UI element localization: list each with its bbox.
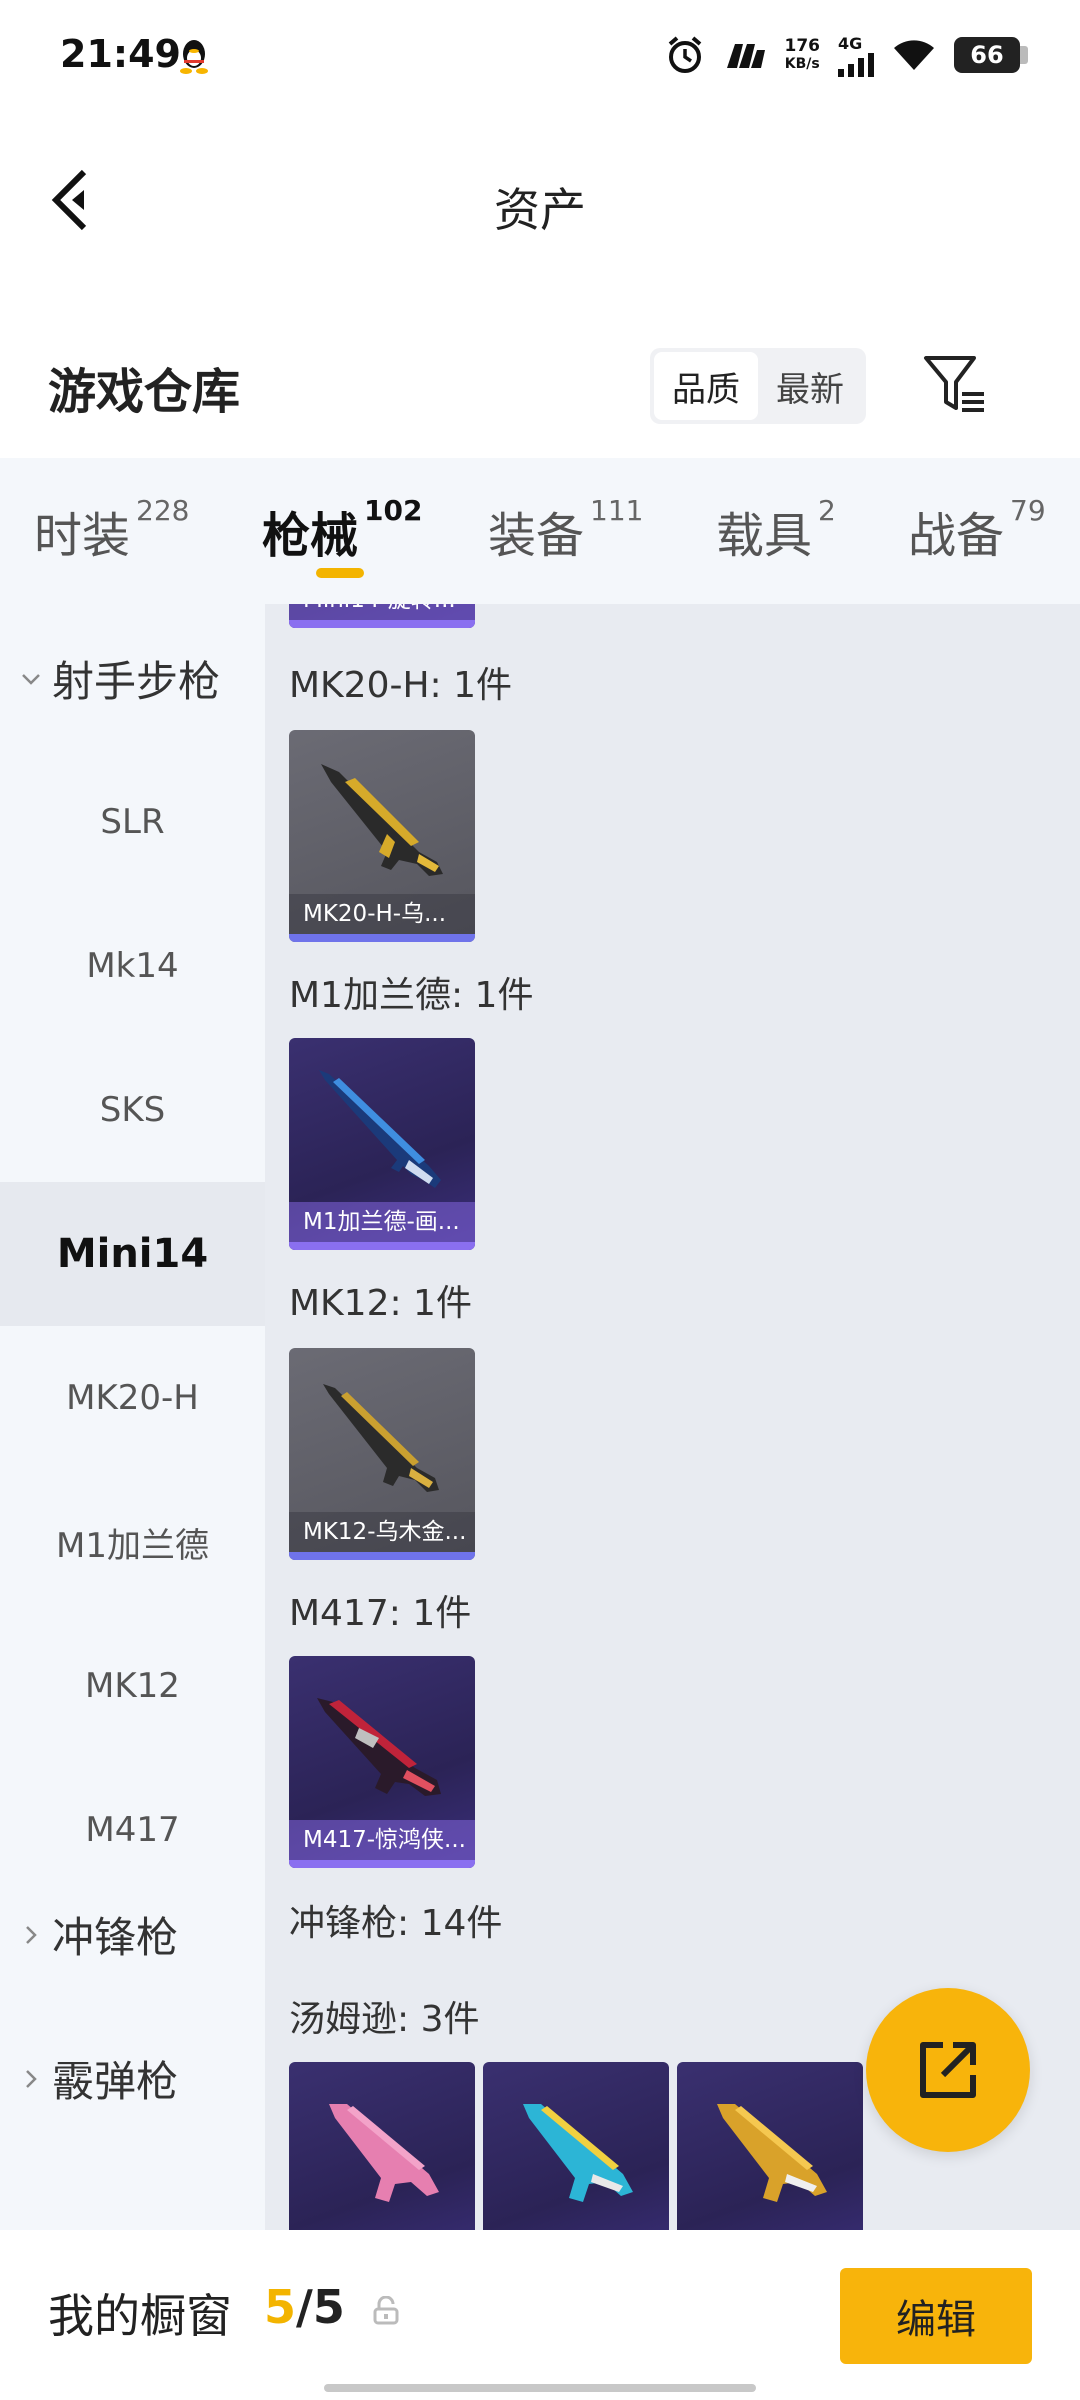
home-indicator[interactable]: [324, 2384, 756, 2392]
status-time: 21:49: [60, 32, 181, 76]
wifi-icon: [894, 40, 934, 70]
carrier-logo-icon: [726, 44, 765, 68]
sidebar-group-label: 冲锋枪: [52, 1913, 179, 1962]
showcase-count-current: 5: [264, 2280, 297, 2334]
tab-vehicles-count: 2: [818, 494, 836, 527]
section-label: M417: 1件: [289, 1593, 472, 1634]
tab-gear-label: 战备: [908, 508, 1005, 564]
rarity-bar: [289, 620, 475, 628]
sort-toggle: 品质 最新: [650, 348, 866, 424]
category-label-smg: 冲锋枪: 14件: [289, 1903, 503, 1944]
weapon-card-thompson-pink[interactable]: [289, 2062, 475, 2230]
smg-pink-icon: [329, 2104, 439, 2202]
speed-unit: KB/s: [784, 56, 820, 72]
sidebar-group-label: 射手步枪: [52, 657, 221, 706]
page-title: 资产: [494, 183, 586, 237]
sidebar-item-mk12[interactable]: MK12: [0, 1614, 265, 1758]
tab-equipment-label: 装备: [488, 508, 585, 564]
tab-equipment[interactable]: 装备 111: [488, 494, 644, 566]
chevron-down-icon: [22, 673, 40, 685]
sidebar-item-slr[interactable]: SLR: [0, 750, 265, 894]
sidebar-item-m417[interactable]: M417: [0, 1758, 265, 1902]
showcase-count-total: /5: [296, 2280, 345, 2334]
showcase-count: 5/5: [264, 2280, 345, 2334]
speed-value: 176: [784, 36, 821, 56]
weapon-card-name: MK20-H-乌...: [289, 894, 475, 934]
sort-quality-button[interactable]: 品质: [654, 352, 758, 420]
tab-fashion-count: 228: [136, 494, 190, 527]
rifle-blue-icon: [319, 1070, 441, 1188]
weapon-card-mk12[interactable]: MK12-乌木金...: [289, 1348, 475, 1560]
sidebar-item-mk20h[interactable]: MK20-H: [0, 1326, 265, 1470]
cell-signal: 4G: [838, 34, 874, 77]
tab-weapons-count: 102: [364, 494, 423, 527]
status-icons: 176 KB/s 4G 66: [665, 30, 1028, 80]
section-label: MK20-H: 1件: [289, 665, 513, 706]
qq-penguin-icon: [180, 40, 208, 74]
active-tab-indicator: [316, 568, 364, 578]
edit-button[interactable]: 编辑: [840, 2268, 1032, 2364]
sidebar-group-smg[interactable]: 冲锋枪: [20, 1904, 178, 1965]
chevron-right-icon: [26, 2069, 37, 2088]
showcase-label: 我的橱窗: [48, 2289, 232, 2343]
tab-weapons[interactable]: 枪械 102: [262, 494, 423, 566]
tab-vehicles-label: 载具: [716, 508, 813, 564]
weapon-card-name: M417-惊鸿侠...: [289, 1820, 475, 1860]
network-type: 4G: [838, 33, 863, 53]
rarity-bar: [289, 1552, 475, 1560]
section-label: M1加兰德: 1件: [289, 975, 534, 1016]
tab-weapons-label: 枪械: [262, 508, 359, 564]
tab-gear[interactable]: 战备 79: [908, 494, 1046, 566]
weapon-card-name: Mini14-旋转...: [289, 604, 475, 620]
weapon-card-thompson-cyan[interactable]: [483, 2062, 669, 2230]
tab-vehicles[interactable]: 载具 2: [716, 494, 836, 566]
smg-gold-icon: [717, 2104, 827, 2202]
share-external-icon: [920, 2042, 976, 2098]
tab-gear-count: 79: [1010, 494, 1046, 527]
battery-indicator: 66: [954, 37, 1028, 73]
warehouse-title: 游戏仓库: [48, 364, 241, 420]
page-header: 资产: [0, 110, 1080, 280]
sidebar-group-label: 霰弹枪: [52, 2057, 179, 2106]
weapon-list: Mini14-旋转... MK20-H: 1件 MK20-H-乌... M1加兰…: [265, 604, 1080, 2230]
status-bar: 21:49 176 KB/s 4G 66: [0, 0, 1080, 110]
tab-equipment-count: 111: [590, 494, 644, 527]
rifle-gold-icon: [323, 1384, 439, 1492]
rifle-red-icon: [317, 1698, 441, 1796]
showcase-bar: 我的橱窗 5/5 编辑: [0, 2230, 1080, 2400]
sidebar-group-shotgun[interactable]: 霰弹枪: [20, 2048, 178, 2109]
filter-icon[interactable]: [922, 352, 988, 418]
sidebar-item-sks[interactable]: SKS: [0, 1038, 265, 1182]
rarity-bar: [289, 1242, 475, 1250]
tab-fashion-label: 时装: [34, 508, 131, 564]
weapon-card-mk20h[interactable]: MK20-H-乌...: [289, 730, 475, 942]
weapon-card-m1-garand[interactable]: M1加兰德-画...: [289, 1038, 475, 1250]
signal-bars-icon: [838, 52, 874, 77]
sidebar-item-mk14[interactable]: Mk14: [0, 894, 265, 1038]
battery-level: 66: [970, 41, 1004, 69]
chevron-right-icon: [26, 1925, 37, 1944]
alarm-icon: [668, 36, 701, 73]
weapon-card-thompson-gold[interactable]: [677, 2062, 863, 2230]
rarity-bar: [289, 934, 475, 942]
weapon-type-sidebar: 射手步枪 SLR Mk14 SKS Mini14 MK20-H M1加兰德 MK…: [0, 604, 265, 2230]
sidebar-group-marksman-rifles[interactable]: 射手步枪: [20, 648, 220, 709]
weapon-card-m417[interactable]: M417-惊鸿侠...: [289, 1656, 475, 1868]
lock-icon: [373, 2296, 399, 2325]
share-button[interactable]: [866, 1988, 1030, 2152]
weapon-card-name: M1加兰德-画...: [289, 1202, 475, 1242]
smg-cyan-icon: [523, 2104, 633, 2202]
section-label-thompson: 汤姆逊: 3件: [289, 1999, 480, 2040]
sidebar-item-mini14[interactable]: Mini14: [0, 1182, 265, 1326]
sort-newest-button[interactable]: 最新: [758, 352, 862, 420]
tab-fashion[interactable]: 时装 228: [34, 494, 190, 566]
rifle-gold-icon: [321, 764, 443, 876]
category-tabs: 时装 228 枪械 102 装备 111 载具 2 战备 79: [0, 458, 1080, 604]
rarity-bar: [289, 1860, 475, 1868]
weapon-card-name: MK12-乌木金...: [289, 1512, 475, 1552]
network-speed: 176 KB/s: [785, 37, 821, 73]
weapon-card-mini14[interactable]: Mini14-旋转...: [289, 604, 475, 628]
sidebar-item-m1-garand[interactable]: M1加兰德: [0, 1470, 265, 1614]
section-label: MK12: 1件: [289, 1283, 472, 1324]
